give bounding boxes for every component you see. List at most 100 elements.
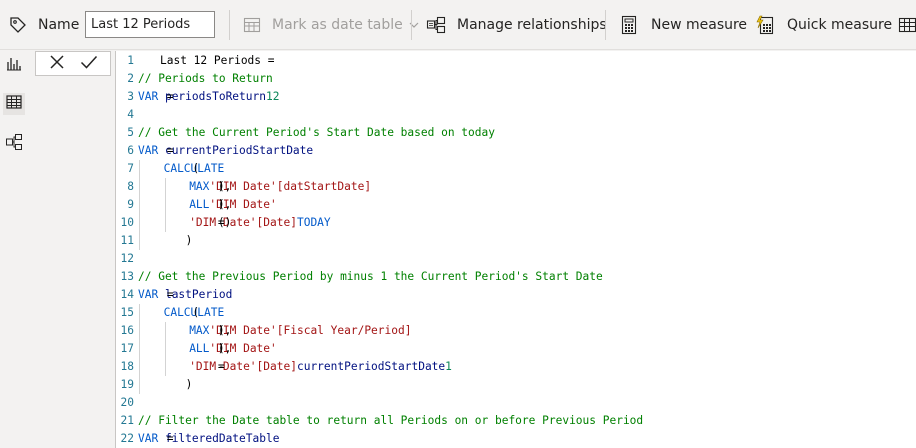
code-text: CALCULATE ( [164, 304, 225, 322]
code-token: ( [185, 306, 200, 319]
calculator-icon [620, 15, 638, 35]
line-number: 16 [120, 324, 134, 337]
indent-guide [139, 178, 140, 196]
indent-guide [164, 196, 166, 214]
code-text: // Periods to Return [138, 70, 273, 88]
indent-guide [139, 196, 140, 214]
code-text: // Filter the Date table to return all P… [138, 412, 643, 430]
code-text: ALL ( 'DIM Date' ), [189, 340, 277, 358]
code-token: [datStartDate] [276, 180, 372, 193]
code-token: MAX [189, 180, 210, 193]
code-text: VAR filteredDateTable = [138, 430, 279, 448]
indent-guide [139, 322, 140, 340]
table-icon [898, 16, 916, 34]
code-text: CALCULATE ( [164, 160, 225, 178]
code-token: Last 12 Periods = [160, 54, 275, 67]
code-text: 'DIM Date'[Date] = TODAY () [189, 214, 330, 232]
code-token: ALL [189, 198, 210, 211]
indent-guide [139, 340, 140, 358]
code-token: - [211, 360, 232, 373]
model-diagram-icon [5, 133, 23, 155]
code-token: // Filter the Date table to return all P… [138, 414, 644, 427]
code-token: MAX [189, 324, 210, 337]
code-token: ), [211, 324, 232, 337]
quick-measure-button[interactable]: Quick measure [755, 0, 892, 50]
measure-name-input[interactable] [85, 11, 215, 38]
code-token: ), [211, 342, 232, 355]
code-text: MAX ( 'DIM Date'[datStartDate] ), [189, 178, 371, 196]
line-number: 10 [120, 216, 134, 229]
line-number: 8 [127, 180, 134, 193]
code-token: [Date] [256, 216, 297, 229]
code-token: [Date] [256, 360, 297, 373]
code-token: ), [211, 180, 232, 193]
new-measure-button[interactable]: New measure [620, 0, 747, 50]
calendar-table-icon [242, 15, 262, 35]
relationships-icon [426, 15, 446, 35]
name-label: Name [38, 17, 80, 33]
data-view-button[interactable] [3, 93, 25, 115]
bar-chart-icon [6, 55, 22, 75]
line-number: 13 [120, 270, 134, 283]
code-token: TODAY [296, 216, 331, 229]
code-token: [Fiscal Year/Period] [276, 324, 412, 337]
code-token: lastPeriod [164, 288, 233, 301]
toolbar-divider [605, 10, 606, 40]
model-view-button[interactable] [3, 133, 25, 155]
code-token: = [160, 288, 174, 301]
manage-relationships-button[interactable]: Manage relationships [426, 0, 607, 50]
line-number: 9 [127, 198, 134, 211]
line-number: 15 [120, 306, 134, 319]
code-text: VAR lastPeriod = [138, 286, 232, 304]
line-number: 3 [127, 90, 134, 103]
dax-formula-editor[interactable]: 1 Last 12 Periods = 2 // Periods to Return 3… [115, 51, 916, 448]
line-number: 19 [120, 378, 134, 391]
close-icon [49, 54, 65, 74]
code-text: VAR currentPeriodStartDate = [138, 142, 313, 160]
code-token: filteredDateTable [164, 432, 280, 445]
line-number: 21 [120, 414, 134, 427]
quick-measure-icon [755, 15, 775, 35]
line-number: 1 [127, 54, 134, 67]
code-token: ) [185, 234, 193, 247]
code-text: // Get the Previous Period by minus 1 th… [138, 268, 603, 286]
line-number: 18 [120, 360, 134, 373]
code-token: ), [211, 198, 232, 211]
mark-as-date-table-button[interactable]: Mark as date table [242, 0, 419, 50]
code-token: // Periods to Return [138, 72, 273, 85]
code-token: // Get the Previous Period by minus 1 th… [138, 270, 603, 283]
line-number: 20 [120, 396, 134, 409]
cancel-button[interactable] [46, 54, 68, 74]
line-number: 4 [127, 108, 134, 121]
line-number: 7 [127, 162, 134, 175]
tag-icon [8, 0, 28, 50]
code-token: () [211, 216, 232, 229]
indent-guide [164, 358, 166, 376]
code-token: ) [185, 378, 193, 391]
line-number: 5 [127, 126, 134, 139]
code-text: ALL ( 'DIM Date' ), [189, 196, 277, 214]
ribbon-toolbar: Name Mark as date table Manage relations… [0, 0, 916, 50]
indent-guide [139, 376, 140, 394]
indent-guide [139, 304, 140, 322]
indent-guide [164, 340, 166, 358]
mark-as-date-table-label: Mark as date table [272, 17, 403, 33]
report-view-button[interactable] [3, 54, 25, 76]
checkmark-icon [80, 54, 98, 74]
code-token: = [160, 90, 181, 103]
manage-relationships-label: Manage relationships [457, 17, 607, 33]
line-number: 11 [120, 234, 134, 247]
code-token: 1 [445, 360, 452, 373]
indent-guide [139, 358, 140, 376]
code-token: currentPeriodStartDate [164, 144, 314, 157]
line-number: 2 [127, 72, 134, 85]
indent-guide [139, 214, 140, 232]
commit-button[interactable] [78, 54, 100, 74]
code-text: VAR periodsToReturn = 12 [138, 88, 279, 106]
line-number: 6 [127, 144, 134, 157]
new-table-button[interactable] [898, 0, 916, 50]
new-measure-label: New measure [651, 17, 748, 33]
indent-guide [139, 232, 140, 250]
code-token: 12 [266, 90, 280, 103]
code-text: MAX ( 'DIM Date'[Fiscal Year/Period] ), [189, 322, 411, 340]
